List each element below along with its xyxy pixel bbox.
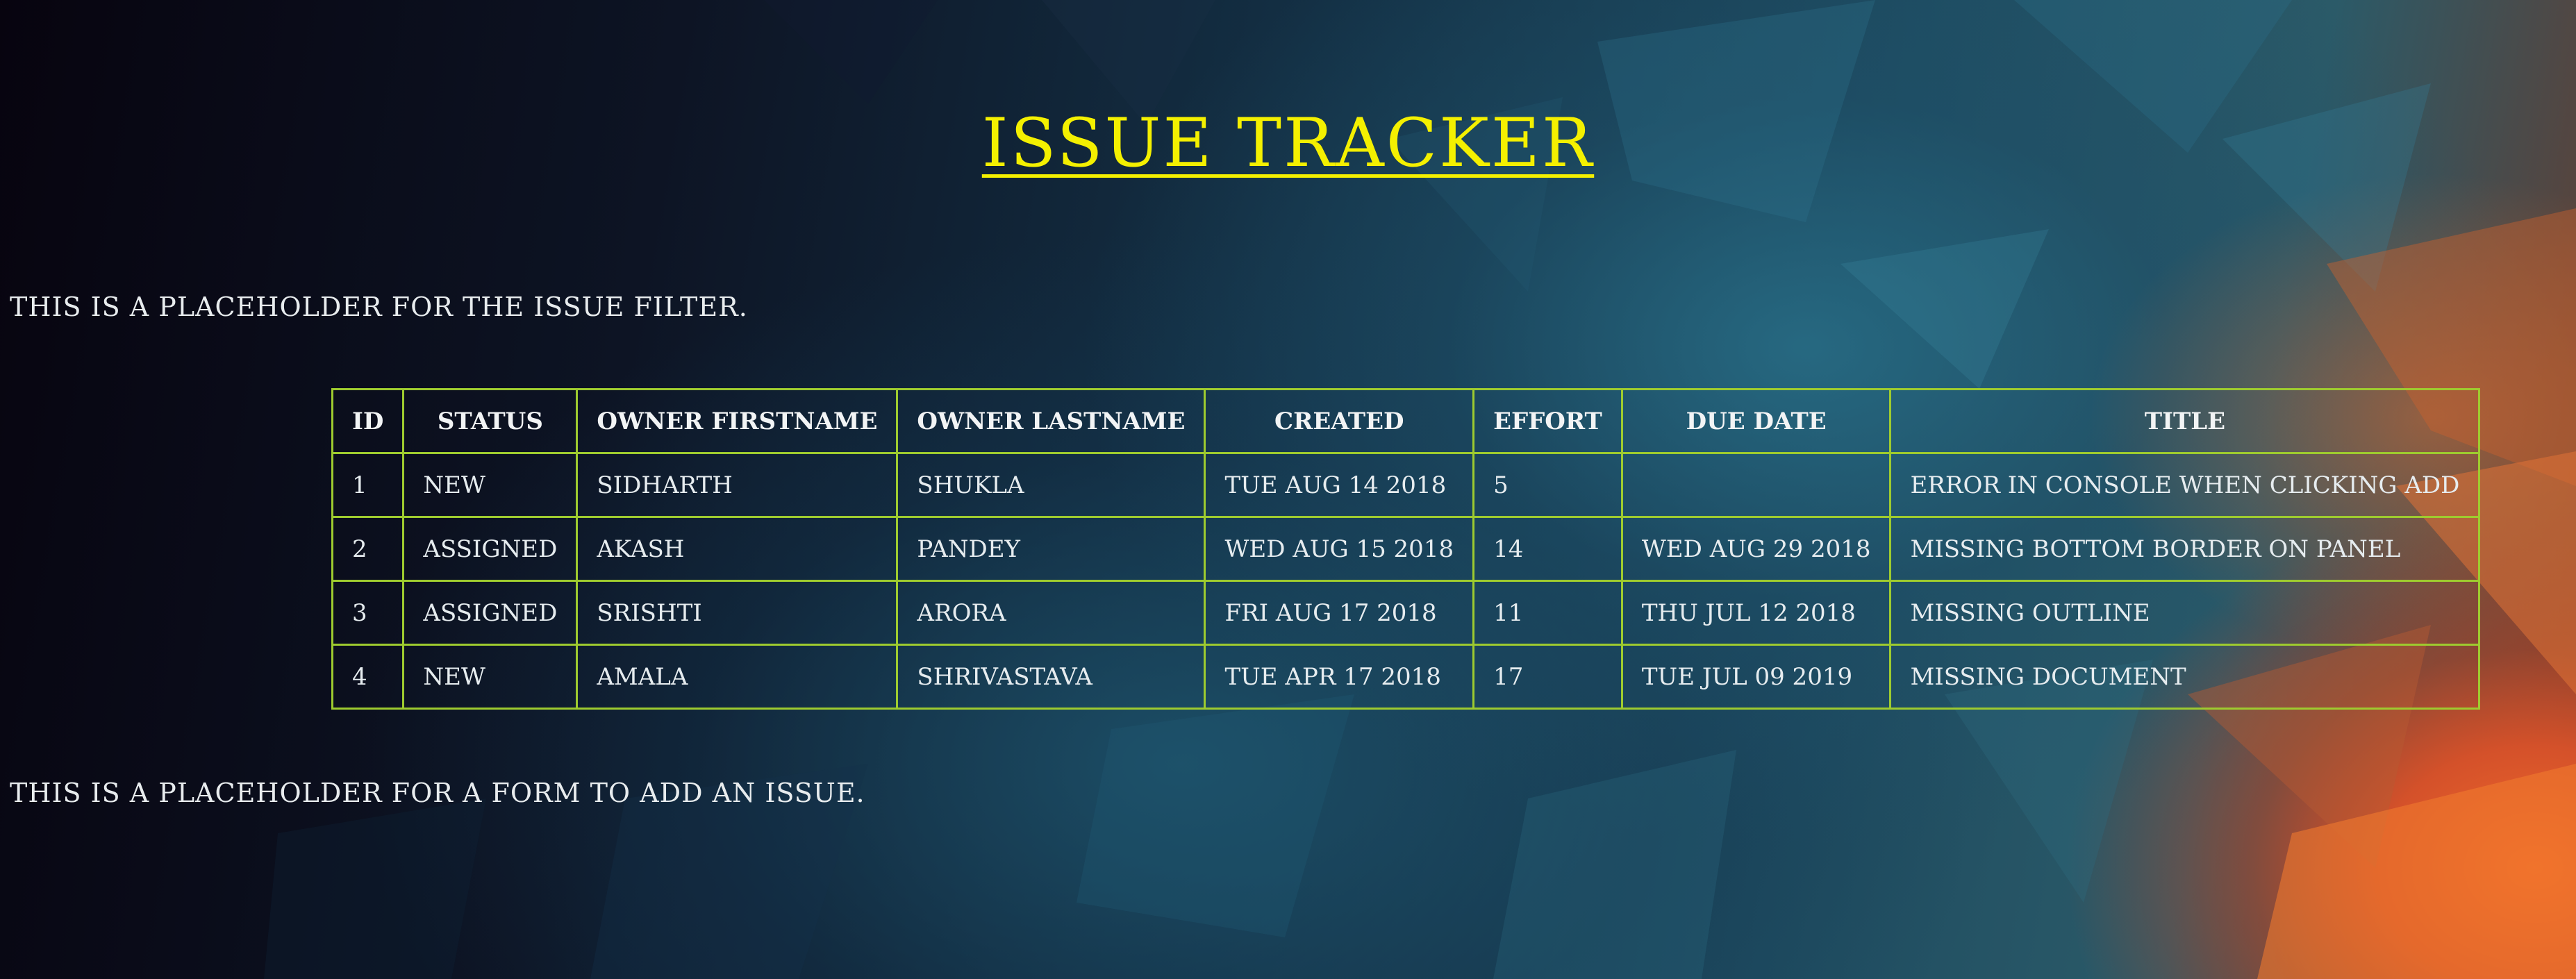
cell-due-date: WED AUG 29 2018 <box>1620 516 1892 582</box>
column-header-owner-firstname: OWNER FIRSTNAME <box>576 388 899 454</box>
issue-table: ID STATUS OWNER FIRSTNAME OWNER LASTNAME… <box>331 388 2481 710</box>
cell-owner-lastname: ARORA <box>896 580 1206 646</box>
table-row: 3 ASSIGNED SRISHTI ARORA FRI AUG 17 2018… <box>331 580 2481 646</box>
issue-table-container: ID STATUS OWNER FIRSTNAME OWNER LASTNAME… <box>331 388 2481 710</box>
column-header-status: STATUS <box>402 388 579 454</box>
cell-due-date <box>1620 452 1892 518</box>
cell-id: 2 <box>331 516 405 582</box>
cell-owner-lastname: PANDEY <box>896 516 1206 582</box>
cell-title: MISSING OUTLINE <box>1889 580 2481 646</box>
cell-effort: 17 <box>1472 644 1623 710</box>
column-header-title: TITLE <box>1889 388 2481 454</box>
cell-due-date: TUE JUL 09 2019 <box>1620 644 1892 710</box>
cell-id: 4 <box>331 644 405 710</box>
cell-id: 3 <box>331 580 405 646</box>
cell-created: TUE APR 17 2018 <box>1204 644 1475 710</box>
cell-owner-firstname: SRISHTI <box>576 580 899 646</box>
column-header-id: ID <box>331 388 405 454</box>
cell-status: ASSIGNED <box>402 516 579 582</box>
table-row: 1 NEW SIDHARTH SHUKLA TUE AUG 14 2018 5 … <box>331 452 2481 518</box>
cell-created: TUE AUG 14 2018 <box>1204 452 1475 518</box>
cell-title: ERROR IN CONSOLE WHEN CLICKING ADD <box>1889 452 2481 518</box>
table-row: 2 ASSIGNED AKASH PANDEY WED AUG 15 2018 … <box>331 516 2481 582</box>
table-row: 4 NEW AMALA SHRIVASTAVA TUE APR 17 2018 … <box>331 644 2481 710</box>
column-header-owner-lastname: OWNER LASTNAME <box>896 388 1206 454</box>
issue-filter-placeholder: THIS IS A PLACEHOLDER FOR THE ISSUE FILT… <box>10 292 748 322</box>
cell-effort: 11 <box>1472 580 1623 646</box>
cell-created: FRI AUG 17 2018 <box>1204 580 1475 646</box>
column-header-due-date: DUE DATE <box>1620 388 1892 454</box>
column-header-effort: EFFORT <box>1472 388 1623 454</box>
column-header-created: CREATED <box>1204 388 1475 454</box>
cell-owner-firstname: SIDHARTH <box>576 452 899 518</box>
cell-owner-firstname: AMALA <box>576 644 899 710</box>
cell-status: NEW <box>402 452 579 518</box>
cell-status: ASSIGNED <box>402 580 579 646</box>
cell-due-date: THU JUL 12 2018 <box>1620 580 1892 646</box>
cell-owner-lastname: SHUKLA <box>896 452 1206 518</box>
cell-owner-firstname: AKASH <box>576 516 899 582</box>
header: ISSUE TRACKER <box>0 104 2576 182</box>
cell-title: MISSING BOTTOM BORDER ON PANEL <box>1889 516 2481 582</box>
cell-created: WED AUG 15 2018 <box>1204 516 1475 582</box>
cell-status: NEW <box>402 644 579 710</box>
add-issue-placeholder: THIS IS A PLACEHOLDER FOR A FORM TO ADD … <box>10 778 865 808</box>
cell-effort: 14 <box>1472 516 1623 582</box>
cell-id: 1 <box>331 452 405 518</box>
page-title: ISSUE TRACKER <box>981 104 1595 182</box>
cell-title: MISSING DOCUMENT <box>1889 644 2481 710</box>
table-header-row: ID STATUS OWNER FIRSTNAME OWNER LASTNAME… <box>331 388 2481 454</box>
cell-effort: 5 <box>1472 452 1623 518</box>
cell-owner-lastname: SHRIVASTAVA <box>896 644 1206 710</box>
